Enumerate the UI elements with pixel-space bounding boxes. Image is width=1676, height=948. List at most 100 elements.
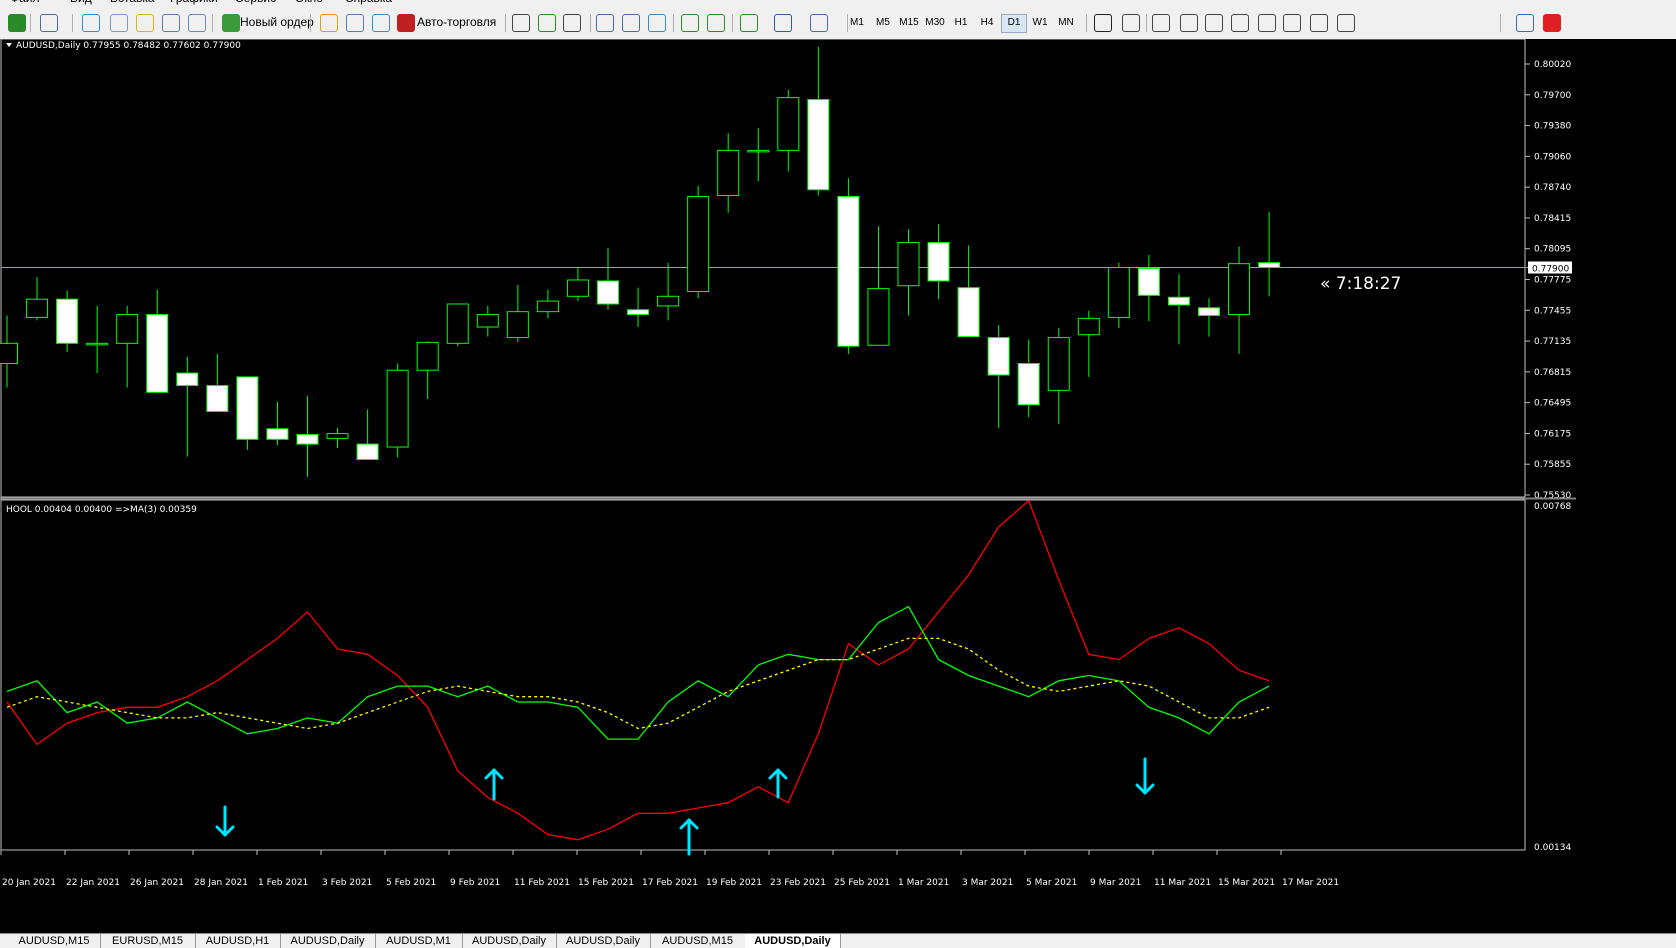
menu-item[interactable]: Вставка	[110, 0, 155, 5]
text-icon[interactable]	[1283, 14, 1301, 32]
new-order-button[interactable]: Новый ордер	[240, 12, 314, 32]
cursor-icon[interactable]	[1094, 14, 1112, 32]
price-label: 0.76495	[1534, 399, 1571, 409]
candle-bull	[1047, 337, 1070, 391]
date-label: 17 Mar 2021	[1282, 878, 1339, 888]
chart-shift-icon[interactable]	[707, 14, 725, 32]
menu-item[interactable]: Окно	[295, 0, 323, 5]
favorites-icon[interactable]	[136, 14, 154, 32]
timeframe-w1-button[interactable]: W1	[1028, 14, 1052, 31]
profiles-icon[interactable]	[40, 14, 58, 32]
timeframe-m15-button[interactable]: M15	[897, 14, 921, 31]
timeframe-m5-button[interactable]: M5	[871, 14, 895, 31]
market-watch-icon[interactable]	[82, 14, 100, 32]
indicators-icon[interactable]	[740, 14, 758, 32]
price-label: 0.77135	[1534, 337, 1571, 347]
chart-tab[interactable]: AUDUSD,M15	[650, 934, 746, 948]
candle-bear	[206, 385, 229, 412]
options-icon[interactable]	[346, 14, 364, 32]
candle-bear	[266, 428, 289, 440]
timeframe-d1-button[interactable]: D1	[1001, 14, 1027, 33]
menu-item[interactable]: Файл	[10, 0, 40, 5]
crosshair-icon[interactable]	[1122, 14, 1140, 32]
chart-header-arrow-icon[interactable]	[6, 43, 12, 47]
menu-item[interactable]: Графики	[170, 0, 218, 5]
timeframe-m1-button[interactable]: M1	[845, 14, 869, 31]
date-label: 26 Jan 2021	[130, 878, 184, 888]
channel-icon[interactable]	[1258, 14, 1276, 32]
date-label: 9 Mar 2021	[1090, 878, 1141, 888]
line-chart-icon[interactable]	[563, 14, 581, 32]
chart-window[interactable]: 0.80020 0.79700 0.79380 0.79060 0.78740 0.784…	[0, 38, 1676, 933]
candle-bear	[146, 314, 169, 393]
data-window-icon[interactable]	[162, 14, 180, 32]
toolbar-separator	[505, 14, 506, 32]
candle-bull	[476, 314, 499, 328]
chart-tab[interactable]: AUDUSD,M1	[375, 934, 463, 948]
candle-bear	[927, 242, 950, 282]
timeframe-h4-button[interactable]: H4	[975, 14, 999, 31]
toolbar-separator	[732, 14, 733, 32]
new-chart-icon[interactable]	[8, 14, 26, 32]
price-label: 0.78415	[1534, 214, 1571, 224]
zoom-out-icon[interactable]	[622, 14, 640, 32]
arrows-icon[interactable]	[1337, 14, 1355, 32]
fibonacci-icon[interactable]	[1231, 14, 1249, 32]
navigator-icon[interactable]	[110, 14, 128, 32]
chart-tab[interactable]: AUDUSD,Daily	[745, 934, 841, 948]
candle-bear	[1198, 307, 1220, 316]
tile-windows-icon[interactable]	[648, 14, 666, 32]
annotation-arrow-up-icon	[484, 768, 504, 801]
bar-chart-icon[interactable]	[512, 14, 530, 32]
date-label: 3 Mar 2021	[962, 878, 1013, 888]
zoom-in-icon[interactable]	[596, 14, 614, 32]
date-label: 9 Feb 2021	[450, 878, 500, 888]
trendline-icon[interactable]	[1205, 14, 1223, 32]
strategy-tester-icon[interactable]	[188, 14, 206, 32]
chart-tab[interactable]: EURUSD,M15	[100, 934, 196, 948]
candle-bull	[687, 195, 710, 292]
templates-icon[interactable]	[810, 14, 828, 32]
candle-bull	[747, 149, 770, 153]
price-label: 0.80020	[1534, 60, 1571, 70]
vertical-line-icon[interactable]	[1152, 14, 1170, 32]
chart-canvas[interactable]: 0.80020 0.79700 0.79380 0.79060 0.78740 0.784…	[0, 38, 1676, 933]
price-label: 0.79380	[1534, 122, 1571, 132]
candle-bull	[416, 341, 439, 371]
timeframe-m30-button[interactable]: M30	[923, 14, 947, 31]
periods-icon[interactable]	[774, 14, 792, 32]
annotation-arrow-down-icon	[1135, 757, 1155, 795]
horizontal-line-icon[interactable]	[1180, 14, 1198, 32]
toolbar-separator	[1500, 14, 1501, 32]
new-order-icon[interactable]	[222, 14, 240, 32]
candlestick-icon[interactable]	[538, 14, 556, 32]
signals-icon[interactable]	[372, 14, 390, 32]
indicator-series-green	[6, 605, 1270, 740]
candle-bear	[987, 337, 1010, 376]
metaeditor-icon[interactable]	[320, 14, 338, 32]
search-icon[interactable]	[1516, 14, 1534, 32]
notification-icon[interactable]	[1543, 14, 1561, 32]
annotation-arrow-up-icon	[768, 768, 788, 799]
date-label: 17 Feb 2021	[642, 878, 698, 888]
candle-bull	[86, 342, 109, 346]
auto-scroll-icon[interactable]	[681, 14, 699, 32]
menu-item[interactable]: Вид	[70, 0, 92, 5]
timeframe-mn-button[interactable]: MN	[1054, 14, 1078, 31]
menu-item[interactable]: Справка	[345, 0, 392, 5]
candle-bear	[807, 99, 830, 191]
auto-trading-icon[interactable]	[397, 14, 415, 32]
date-label: 20 Jan 2021	[2, 878, 56, 888]
chart-tab[interactable]: AUDUSD,Daily	[462, 934, 557, 948]
timeframe-h1-button[interactable]: H1	[949, 14, 973, 31]
chart-tab[interactable]: AUDUSD,M15	[8, 934, 101, 948]
chart-tab[interactable]: AUDUSD,Daily	[280, 934, 376, 948]
chart-tab[interactable]: AUDUSD,H1	[195, 934, 281, 948]
auto-trading-button[interactable]: Авто-торговля	[417, 12, 496, 32]
candle-bull	[536, 300, 559, 313]
candle-timer: « 7:18:27	[1320, 274, 1401, 294]
chart-tab[interactable]: AUDUSD,Daily	[556, 934, 651, 948]
text-label-icon[interactable]	[1310, 14, 1328, 32]
menu-item[interactable]: Сервис	[235, 0, 276, 5]
candle-bull	[26, 298, 49, 318]
